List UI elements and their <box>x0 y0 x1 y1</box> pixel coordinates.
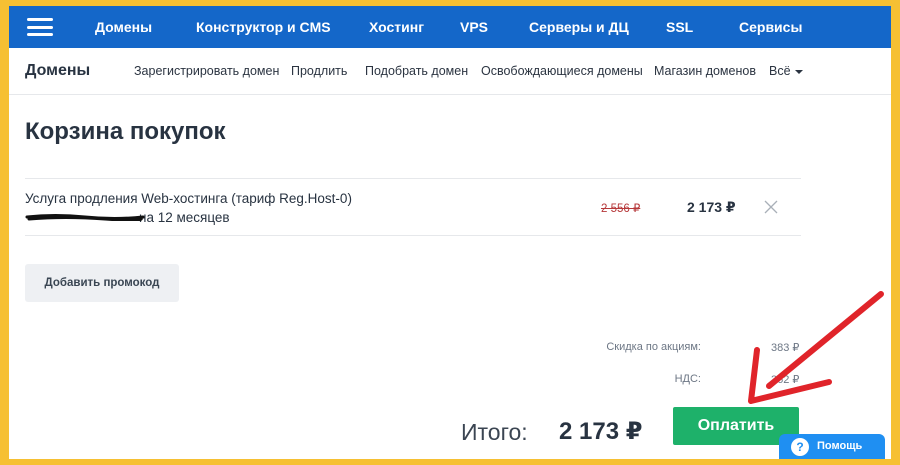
topnav-item-constructor-cms[interactable]: Конструктор и CMS <box>196 6 331 48</box>
subnav-link-renew[interactable]: Продлить <box>291 48 347 94</box>
total-value: 2 173 ₽ <box>559 418 643 445</box>
topnav-item-ssl[interactable]: SSL <box>666 6 693 48</box>
help-label: Помощь <box>817 440 863 452</box>
cart-divider-top <box>25 178 801 179</box>
chevron-down-icon <box>794 69 803 74</box>
topnav-item-domains[interactable]: Домены <box>95 6 152 48</box>
total-label: Итого: <box>461 419 528 445</box>
subnav-link-register-domain[interactable]: Зарегистрировать домен <box>134 48 279 94</box>
subnav-link-expiring-domains[interactable]: Освобождающиеся домены <box>481 48 643 94</box>
help-button[interactable]: ? Помощь <box>779 434 885 459</box>
subnav-link-domain-shop[interactable]: Магазин доменов <box>654 48 756 94</box>
subnav-link-find-domain[interactable]: Подобрать домен <box>365 48 468 94</box>
cart-item-name-line1: Услуга продления Web-хостинга (тариф Reg… <box>25 191 352 206</box>
browser-page: Домены Конструктор и CMS Хостинг VPS Сер… <box>9 6 891 459</box>
topnav-item-vps[interactable]: VPS <box>460 6 488 48</box>
subnav-link-all-label: Всё <box>769 64 791 78</box>
redaction-scribble <box>25 214 145 221</box>
topnav-item-servers-dc[interactable]: Серверы и ДЦ <box>529 6 629 48</box>
cart-item-name: Услуга продления Web-хостинга (тариф Reg… <box>25 189 352 227</box>
vat-label: НДС: <box>674 373 701 385</box>
top-nav: Домены Конструктор и CMS Хостинг VPS Сер… <box>9 6 891 48</box>
remove-item-icon[interactable] <box>764 200 778 214</box>
subnav-title[interactable]: Домены <box>25 48 90 94</box>
annotation-arrow-icon <box>748 291 884 404</box>
cart-item-old-price: 2 556 ₽ <box>601 203 641 215</box>
question-mark-icon: ? <box>791 438 809 456</box>
cart-item-period: на 12 месяцев <box>139 210 230 225</box>
page-title: Корзина покупок <box>25 118 226 145</box>
top-navbar: Домены Конструктор и CMS Хостинг VPS Сер… <box>9 6 891 48</box>
discount-label: Скидка по акциям: <box>606 341 701 353</box>
topnav-item-hosting[interactable]: Хостинг <box>369 6 424 48</box>
cart-divider-bottom <box>25 235 801 236</box>
cart-item-price: 2 173 ₽ <box>687 199 736 215</box>
sub-navbar: Домены Зарегистрировать домен Продлить П… <box>9 48 891 95</box>
add-promocode-button[interactable]: Добавить промокод <box>25 264 179 302</box>
subnav-link-all[interactable]: Всё <box>769 48 803 94</box>
topnav-item-services[interactable]: Сервисы <box>739 6 802 48</box>
